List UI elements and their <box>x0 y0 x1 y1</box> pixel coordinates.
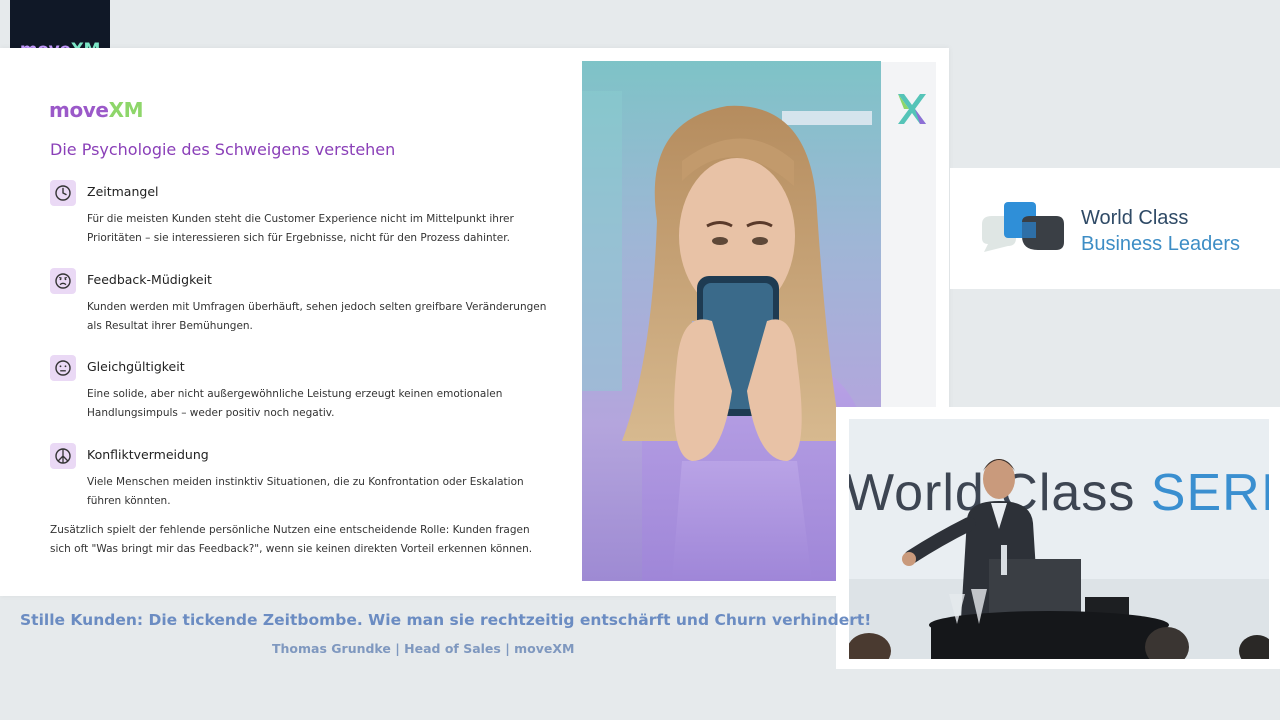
item-heading: Feedback-Müdigkeit <box>87 272 212 287</box>
speaker-caption: Thomas Grundke | Head of Sales | moveXM <box>272 641 575 656</box>
item-heading: Konfliktvermeidung <box>87 447 209 462</box>
clock-icon <box>50 180 76 206</box>
speech-bubbles-logo-icon <box>978 202 1068 260</box>
neutral-face-icon <box>50 355 76 381</box>
partner-name-line1: World Class <box>1081 207 1189 229</box>
speaker-video: World Class SERI <box>849 419 1269 659</box>
slide-title: Die Psychologie des Schweigens verstehen <box>50 140 396 159</box>
talk-title-caption: Stille Kunden: Die tickende Zeitbombe. W… <box>20 611 872 629</box>
peace-icon <box>50 443 76 469</box>
closing-paragraph: Zusätzlich spielt der fehlende persönlic… <box>50 524 533 555</box>
movexm-x-icon <box>895 92 927 130</box>
slide-logo: moveXM <box>49 98 144 122</box>
item-text: Kunden werden mit Umfragen überhäuft, se… <box>87 301 547 332</box>
frown-face-icon <box>50 268 76 294</box>
item-text: Eine solide, aber nicht außergewöhnliche… <box>87 388 503 419</box>
slide-logo-part1: move <box>49 98 109 122</box>
item-heading: Zeitmangel <box>87 184 159 199</box>
partner-logo-panel: World Class Business Leaders <box>950 168 1280 289</box>
item-heading: Gleichgültigkeit <box>87 359 185 374</box>
slide-logo-part2: XM <box>108 98 144 122</box>
item-text: Für die meisten Kunden steht die Custome… <box>87 213 514 244</box>
item-text: Viele Menschen meiden instinktiv Situati… <box>87 476 524 507</box>
partner-name-line2: Business Leaders <box>1081 233 1240 255</box>
